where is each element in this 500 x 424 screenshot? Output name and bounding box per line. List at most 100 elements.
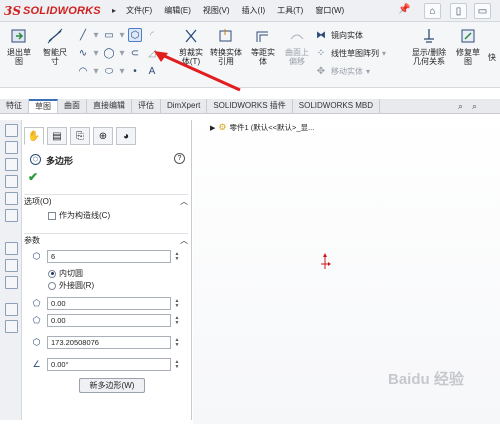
exit-sketch-icon: [9, 26, 29, 46]
home-icon[interactable]: ⌂: [424, 3, 441, 19]
inscribed-radio-row[interactable]: 内切圆: [48, 268, 83, 279]
dropdown-icon[interactable]: ▾: [119, 28, 125, 42]
dropdown-icon[interactable]: ▾: [93, 64, 99, 78]
dropdown-icon[interactable]: ▾: [119, 46, 125, 60]
convert-icon: [216, 26, 236, 46]
sketch-tool-icon[interactable]: [5, 209, 18, 222]
sketch-tool-icon[interactable]: [5, 124, 18, 137]
menu-file[interactable]: 文件(F): [126, 5, 152, 16]
ok-checkmark-icon[interactable]: ✔: [28, 170, 38, 184]
point-icon[interactable]: •: [128, 64, 142, 78]
inscribed-radio[interactable]: [48, 269, 56, 278]
offset-icon: [253, 26, 273, 46]
open-icon[interactable]: ▭: [474, 3, 491, 19]
collapse-icon[interactable]: ︿: [180, 235, 188, 246]
sides-icon: ⬡: [32, 251, 41, 261]
tab-direct-editing[interactable]: 直接编辑: [87, 99, 132, 113]
dropdown-icon[interactable]: ▾: [366, 67, 370, 76]
parameters-group-header[interactable]: 参数 ︿: [24, 233, 188, 245]
construction-checkbox-row[interactable]: 作为构造线(C): [48, 210, 110, 221]
circumscribed-radio[interactable]: [48, 281, 56, 290]
sketch-tool-icon[interactable]: [5, 259, 18, 272]
dropdown-icon[interactable]: ▾: [93, 46, 99, 60]
tab-mbd[interactable]: SOLIDWORKS MBD: [293, 99, 381, 113]
tab-features[interactable]: 特征: [0, 99, 29, 113]
sides-input[interactable]: 6: [47, 250, 171, 263]
tab-sketch[interactable]: 草图: [29, 99, 58, 113]
menu-insert[interactable]: 插入(I): [242, 5, 266, 16]
center-x-input[interactable]: 0.00: [47, 297, 171, 310]
sketch-tool-icon[interactable]: [5, 303, 18, 316]
linear-pattern-button[interactable]: ⁘ 线性草图阵列 ▾: [314, 44, 406, 62]
brand-name: SOLIDWORKS: [23, 5, 101, 17]
dropdown-icon[interactable]: ▾: [382, 49, 386, 58]
display-manager-tab[interactable]: ◕: [116, 127, 136, 145]
feature-manager-tab[interactable]: ✋: [24, 127, 44, 145]
property-manager-tab[interactable]: ▤: [47, 127, 67, 145]
sketch-tool-icon[interactable]: [5, 141, 18, 154]
center-y-spinner[interactable]: ▲ ▼: [173, 314, 181, 327]
menu-arrow-icon[interactable]: ▸: [112, 6, 116, 15]
move-entities-button[interactable]: ✥ 移动实体 ▾: [314, 62, 406, 80]
options-group-header[interactable]: 选项(O) ︿: [24, 194, 188, 206]
line-icon[interactable]: ╱: [76, 28, 90, 42]
repair-sketch-button[interactable]: 修复草图: [454, 26, 482, 66]
exit-sketch-button[interactable]: 退出草图: [4, 26, 34, 66]
diameter-input[interactable]: 173.20508076: [47, 336, 171, 349]
sketch-tool-icon[interactable]: [5, 320, 18, 333]
center-x-spinner[interactable]: ▲ ▼: [173, 297, 181, 310]
collapse-icon[interactable]: ︿: [180, 196, 188, 207]
dropdown-icon[interactable]: ▾: [119, 64, 125, 78]
dropdown-icon[interactable]: ▾: [93, 28, 99, 42]
slot-icon[interactable]: ⊂: [128, 46, 142, 60]
angle-spinner[interactable]: ▲ ▼: [173, 358, 181, 371]
new-document-icon[interactable]: ▯: [450, 3, 467, 19]
ellipse-icon[interactable]: ⬭: [102, 64, 116, 78]
search-icon[interactable]: ⌕: [458, 101, 463, 112]
tab-evaluate[interactable]: 评估: [132, 99, 161, 113]
smart-dimension-button[interactable]: 智能尺寸: [40, 26, 70, 66]
pin-icon[interactable]: 📌: [398, 4, 410, 16]
sides-spinner[interactable]: ▲ ▼: [173, 250, 181, 263]
new-polygon-button[interactable]: 新多边形(W): [79, 378, 145, 393]
feature-tree-flyout[interactable]: ▶ ⚙ 零件1 (默认<<默认>_显...: [210, 122, 314, 133]
circumscribed-radio-row[interactable]: 外接圆(R): [48, 280, 94, 291]
zoom-icon[interactable]: ⌕: [472, 101, 477, 112]
mirror-pattern-group: ⧓ 镜向实体 ⁘ 线性草图阵列 ▾ ✥ 移动实体 ▾: [314, 26, 406, 80]
expand-arrow-icon[interactable]: ▶: [210, 124, 215, 132]
fillet-icon[interactable]: ◜: [145, 28, 159, 42]
angle-input[interactable]: 0.00°: [47, 358, 171, 371]
spline-icon[interactable]: ∿: [76, 46, 90, 60]
configuration-manager-tab[interactable]: ⎘: [70, 127, 90, 145]
tab-dimxpert[interactable]: DimXpert: [161, 99, 208, 113]
diameter-spinner[interactable]: ▲ ▼: [173, 336, 181, 349]
sketch-tool-icon[interactable]: [5, 242, 18, 255]
dimxpert-manager-tab[interactable]: ⊕: [93, 127, 113, 145]
arc-icon[interactable]: ◠: [76, 64, 90, 78]
sketch-tool-icon[interactable]: [5, 175, 18, 188]
center-y-input[interactable]: 0.00: [47, 314, 171, 327]
display-relations-button[interactable]: 显示/删除几何关系: [408, 26, 450, 66]
menu-edit[interactable]: 编辑(E): [164, 5, 191, 16]
menu-window[interactable]: 窗口(W): [315, 5, 344, 16]
menu-tools[interactable]: 工具(T): [277, 5, 303, 16]
construction-checkbox[interactable]: [48, 211, 56, 220]
tab-surfaces[interactable]: 曲面: [58, 99, 87, 113]
brand-prefix: 3S: [4, 4, 22, 18]
offset-entities-button[interactable]: 等距实体: [248, 26, 278, 66]
quick-snaps-button[interactable]: 快: [488, 52, 496, 63]
sketch-tool-icon[interactable]: [5, 192, 18, 205]
repair-sketch-label: 修复草图: [456, 48, 480, 66]
mirror-entities-button[interactable]: ⧓ 镜向实体: [314, 26, 406, 44]
sketch-tool-icon[interactable]: [5, 158, 18, 171]
circle-icon[interactable]: ◯: [102, 46, 116, 60]
part-icon: ⚙: [218, 122, 227, 132]
angle-icon: ∠: [32, 359, 41, 369]
tab-addins[interactable]: SOLIDWORKS 插件: [207, 99, 293, 113]
polygon-icon[interactable]: ⬡: [128, 28, 142, 42]
offset-on-surface-button[interactable]: 曲面上偏移: [282, 26, 312, 66]
sketch-tool-icon[interactable]: [5, 276, 18, 289]
help-icon[interactable]: ?: [174, 153, 185, 164]
rectangle-icon[interactable]: ▭: [102, 28, 116, 42]
menu-view[interactable]: 视图(V): [203, 5, 230, 16]
